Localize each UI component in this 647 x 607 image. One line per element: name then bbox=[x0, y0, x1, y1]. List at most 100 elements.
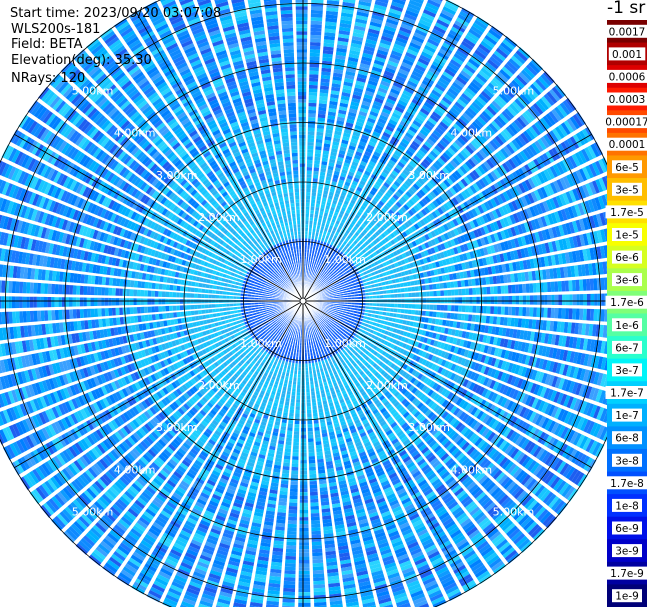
range-gate-cell bbox=[433, 297, 438, 304]
range-gate-cell bbox=[522, 295, 527, 305]
range-gate-cell bbox=[565, 307, 570, 320]
range-gate-cell bbox=[440, 289, 445, 296]
range-gate-cell bbox=[295, 6, 308, 10]
range-gate-cell bbox=[426, 297, 430, 303]
range-gate-cell bbox=[300, 213, 305, 217]
range-gate-cell bbox=[500, 306, 505, 315]
range-gate-cell bbox=[493, 285, 498, 294]
range-gate-cell bbox=[451, 297, 455, 304]
range-gate-cell bbox=[454, 305, 459, 312]
range-gate-cell bbox=[306, 163, 313, 168]
range-gate-cell bbox=[426, 291, 430, 297]
range-gate-cell bbox=[309, 56, 320, 61]
range-gate-cell bbox=[296, 49, 307, 53]
range-gate-cell bbox=[486, 305, 491, 314]
range-gate-cell bbox=[476, 296, 480, 304]
range-gate-cell bbox=[401, 298, 405, 303]
range-gate-cell bbox=[450, 281, 455, 288]
range-gate-cell bbox=[397, 303, 402, 308]
range-gate-cell bbox=[296, 63, 307, 67]
range-gate-cell bbox=[537, 294, 541, 305]
range-gate-cell bbox=[518, 283, 523, 294]
range-gate-cell bbox=[307, 134, 315, 139]
range-gate-cell bbox=[415, 303, 420, 309]
range-gate-cell bbox=[307, 131, 315, 136]
range-gate-cell bbox=[309, 49, 321, 54]
range-gate-cell bbox=[472, 305, 477, 313]
range-gate-cell bbox=[309, 34, 322, 39]
range-gate-cell bbox=[307, 127, 315, 132]
range-gate-cell bbox=[526, 295, 530, 305]
range-gate-cell bbox=[428, 284, 433, 290]
range-gate-cell bbox=[414, 315, 419, 321]
range-gate-cell bbox=[432, 311, 437, 318]
range-gate-cell bbox=[404, 303, 409, 309]
range-gate-cell bbox=[589, 278, 594, 291]
range-gate-cell bbox=[311, 185, 317, 190]
range-gate-cell bbox=[311, 188, 317, 193]
range-gate-cell bbox=[297, 84, 307, 89]
range-gate-cell bbox=[308, 70, 319, 75]
range-gate-cell bbox=[433, 304, 437, 311]
range-gate-cell bbox=[307, 117, 316, 121]
range-gate-cell bbox=[433, 290, 437, 297]
range-gate-cell bbox=[425, 284, 430, 290]
range-gate-cell bbox=[589, 308, 595, 321]
range-gate-cell bbox=[469, 296, 473, 304]
range-gate-cell bbox=[547, 294, 552, 305]
range-gate-cell bbox=[447, 304, 452, 312]
range-gate-cell bbox=[308, 106, 317, 111]
range-gate-cell bbox=[426, 304, 430, 310]
range-gate-cell bbox=[440, 304, 445, 311]
range-gate-cell bbox=[305, 216, 309, 221]
range-gate-cell bbox=[309, 45, 321, 50]
range-gate-cell bbox=[412, 298, 416, 303]
range-gate-cell bbox=[490, 286, 495, 295]
range-gate-cell bbox=[295, 0, 308, 3]
range-gate-cell bbox=[305, 191, 311, 196]
range-gate-cell bbox=[422, 297, 427, 303]
range-gate-cell bbox=[486, 286, 491, 295]
range-gate-cell bbox=[307, 109, 316, 114]
range-gate-cell bbox=[308, 84, 318, 89]
range-gate-cell bbox=[436, 311, 441, 318]
range-gate-cell bbox=[311, 192, 317, 197]
range-gate-cell bbox=[583, 293, 587, 306]
range-gate-cell bbox=[515, 284, 520, 294]
range-gate-cell bbox=[297, 74, 307, 78]
range-gate-cell bbox=[408, 303, 413, 309]
range-gate-cell bbox=[444, 297, 448, 304]
range-gate-cell bbox=[532, 307, 537, 317]
range-gate-cell bbox=[316, 131, 324, 136]
range-gate-cell bbox=[508, 295, 512, 305]
range-gate-cell bbox=[519, 295, 523, 305]
range-gate-cell bbox=[310, 6, 323, 11]
range-gate-cell bbox=[511, 284, 516, 294]
range-gate-cell bbox=[309, 63, 320, 68]
range-gate-cell bbox=[313, 160, 320, 165]
range-gate-cell bbox=[515, 306, 520, 316]
range-gate-cell bbox=[547, 281, 552, 292]
range-gate-cell bbox=[461, 305, 466, 313]
range-gate-cell bbox=[504, 295, 509, 305]
range-gate-cell bbox=[394, 298, 398, 303]
range-gate-cell bbox=[306, 167, 313, 171]
range-gate-cell bbox=[579, 308, 584, 321]
range-gate-cell bbox=[298, 117, 306, 121]
range-gate-cell bbox=[297, 92, 307, 96]
range-gate-cell bbox=[550, 307, 555, 319]
range-gate-cell bbox=[312, 174, 319, 179]
range-gate-cell bbox=[314, 153, 321, 158]
range-gate-cell bbox=[300, 216, 305, 221]
range-gate-cell bbox=[436, 290, 441, 297]
range-gate-cell bbox=[443, 282, 448, 289]
range-gate-cell bbox=[458, 288, 462, 296]
range-gate-cell bbox=[429, 290, 434, 297]
range-gate-cell bbox=[576, 293, 580, 306]
range-gate-cell bbox=[536, 282, 541, 293]
range-gate-cell bbox=[497, 306, 502, 315]
range-gate-cell bbox=[308, 99, 317, 104]
range-gate-cell bbox=[515, 295, 520, 305]
range-gate-cell bbox=[379, 303, 384, 307]
range-gate-cell bbox=[554, 281, 559, 292]
